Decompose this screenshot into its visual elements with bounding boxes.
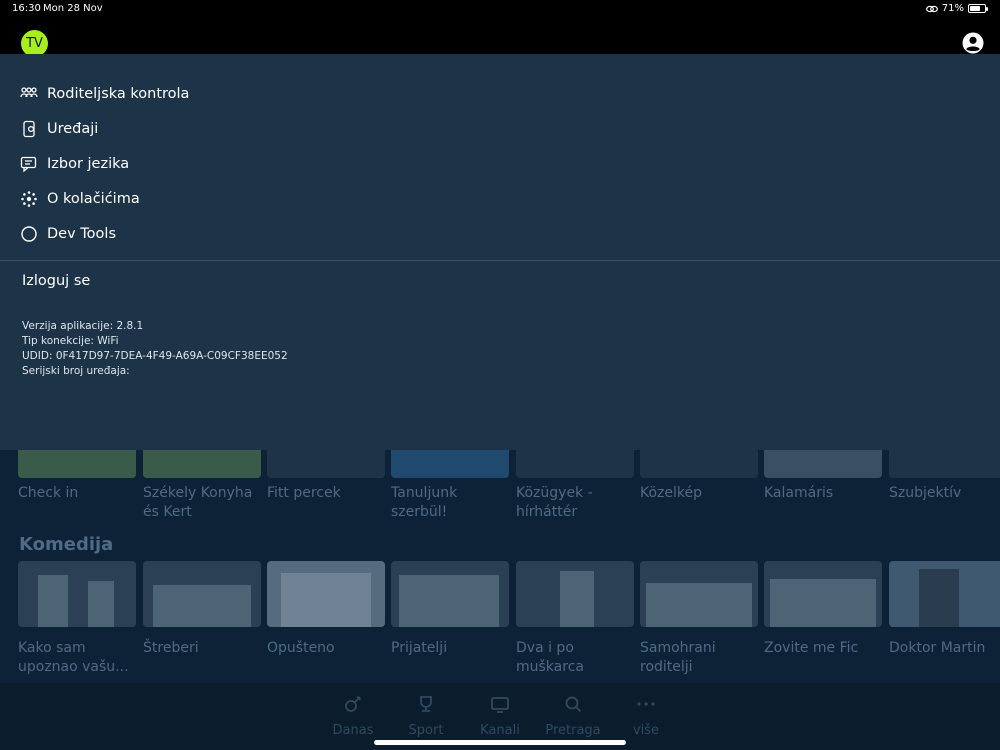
tile[interactable]: Prijatelji: [391, 561, 509, 658]
tile[interactable]: Zovite me Fic: [764, 561, 882, 658]
tile-thumbnail: [889, 561, 1000, 627]
tile[interactable]: Štreberi: [143, 561, 261, 658]
tile-title: Opušteno: [267, 640, 335, 656]
tile[interactable]: Fitt percek: [267, 450, 385, 503]
section-title[interactable]: Komedija: [19, 534, 113, 555]
tile-thumbnail: [889, 450, 1000, 478]
battery-icon: [968, 4, 988, 13]
tile-title: Check in: [18, 485, 79, 501]
tile[interactable]: Opušteno: [267, 561, 385, 658]
tile-title: Samohrani roditelji: [640, 640, 716, 675]
device-serial: Serijski broj uređaja:: [22, 365, 130, 377]
tile-title: Szubjektív: [889, 485, 962, 501]
device-udid: UDID: 0F417D97-7DEA-4F49-A69A-C09CF38EE0…: [22, 350, 288, 362]
tile-title: Štreberi: [143, 640, 199, 656]
tile[interactable]: Közügyek - hírháttér: [516, 450, 634, 522]
tile-thumbnail: [18, 561, 136, 627]
tile[interactable]: Székely Konyha és Kert: [143, 450, 261, 522]
tile-title: Zovite me Fic: [764, 640, 859, 656]
status-date: Mon 28 Nov: [43, 3, 103, 14]
app-version: Verzija aplikacije: 2.8.1: [22, 320, 144, 332]
status-time: 16:30: [12, 3, 41, 14]
tile[interactable]: Közelkép: [640, 450, 758, 503]
tile-thumbnail: [516, 561, 634, 627]
tile-thumbnail: [640, 450, 758, 478]
menu-item-parental-control[interactable]: Roditeljska kontrola: [20, 82, 189, 106]
search-icon: [565, 696, 582, 713]
tile-thumbnail: [143, 450, 261, 478]
tile-thumbnail: [143, 561, 261, 627]
tile[interactable]: Check in: [18, 450, 136, 503]
tile-thumbnail: [391, 561, 509, 627]
app-info: Verzija aplikacije: 2.8.1 Tip konekcije:…: [22, 319, 288, 379]
tile-title: Dva i po muškarca: [516, 640, 584, 675]
tile-thumbnail: [391, 450, 509, 478]
tile-thumbnail: [640, 561, 758, 627]
nav-label: Sport: [408, 723, 444, 738]
menu-item-label: Roditeljska kontrola: [47, 86, 190, 102]
satellite-icon: [345, 696, 361, 712]
menu-divider: [0, 260, 1000, 261]
tile-title: Prijatelji: [391, 640, 448, 656]
tile-title: Kalamáris: [764, 485, 834, 501]
nav-item-vise[interactable]: više: [606, 693, 686, 738]
tile-title: Székely Konyha és Kert: [143, 485, 253, 520]
circle-icon: [21, 226, 37, 242]
device-icon: [23, 120, 35, 138]
chevron-right-icon: ›: [106, 537, 112, 552]
trophy-icon: [420, 696, 432, 712]
cookie-icon: [21, 191, 37, 207]
menu-item-label: Izbor jezika: [47, 156, 130, 172]
menu-item-label: Uređaji: [47, 121, 99, 137]
more-icon: [637, 702, 655, 706]
tile-thumbnail: [267, 561, 385, 627]
tile-title: Közügyek - hírháttér: [516, 485, 593, 520]
nav-item-sport[interactable]: Sport: [386, 693, 466, 738]
logout-button[interactable]: Izloguj se: [22, 273, 90, 289]
connection-type: Tip konekcije: WiFi: [22, 335, 119, 347]
tv-icon: [491, 697, 509, 713]
tile-thumbnail: [267, 450, 385, 478]
nav-item-kanali[interactable]: Kanali: [460, 693, 540, 738]
home-indicator[interactable]: [374, 740, 626, 745]
tile-thumbnail: [18, 450, 136, 478]
battery-percent: 71%: [941, 3, 964, 14]
link-icon: [925, 5, 938, 12]
tile[interactable]: Doktor Martin: [889, 561, 1000, 658]
nav-label: Pretraga: [545, 723, 601, 738]
menu-item-cookies[interactable]: O kolačićima: [20, 187, 140, 211]
tile-title: Közelkép: [640, 485, 703, 501]
app-logo[interactable]: TV: [21, 30, 48, 57]
language-icon: [20, 156, 37, 173]
parental-icon: [20, 87, 38, 98]
tile[interactable]: Kalamáris: [764, 450, 882, 503]
nav-item-danas[interactable]: Danas: [313, 693, 393, 738]
tile-title: Kako sam upoznao vašu...: [18, 640, 129, 675]
tile[interactable]: Kako sam upoznao vašu...: [18, 561, 136, 677]
top-bar: 16:30 Mon 28 Nov 71% TV: [0, 0, 1000, 57]
tile[interactable]: Samohrani roditelji: [640, 561, 758, 677]
tile[interactable]: Tanuljunk szerbül!: [391, 450, 509, 522]
menu-item-devices[interactable]: Uređaji: [20, 117, 98, 141]
menu-item-language[interactable]: Izbor jezika: [20, 152, 129, 176]
nav-item-pretraga[interactable]: Pretraga: [533, 693, 613, 738]
tile-title: Doktor Martin: [889, 640, 986, 656]
menu-item-label: Dev Tools: [47, 226, 116, 242]
tile-thumbnail: [516, 450, 634, 478]
menu-item-dev-tools[interactable]: Dev Tools: [20, 222, 116, 246]
tile-thumbnail: [764, 450, 882, 478]
nav-label: Danas: [332, 723, 374, 738]
tile[interactable]: Szubjektív: [889, 450, 1000, 503]
status-right: 71%: [925, 3, 988, 14]
menu-item-label: O kolačićima: [47, 191, 140, 207]
tile[interactable]: Dva i po muškarca: [516, 561, 634, 677]
tile-title: Tanuljunk szerbül!: [391, 485, 458, 520]
nav-label: više: [632, 723, 660, 738]
tile-thumbnail: [764, 561, 882, 627]
battery-fill: [970, 6, 980, 11]
settings-menu: Roditeljska kontrola Uređaji Izbor jezik…: [0, 54, 1000, 450]
profile-icon[interactable]: [962, 32, 984, 54]
tile-title: Fitt percek: [267, 485, 341, 501]
nav-label: Kanali: [480, 723, 520, 738]
